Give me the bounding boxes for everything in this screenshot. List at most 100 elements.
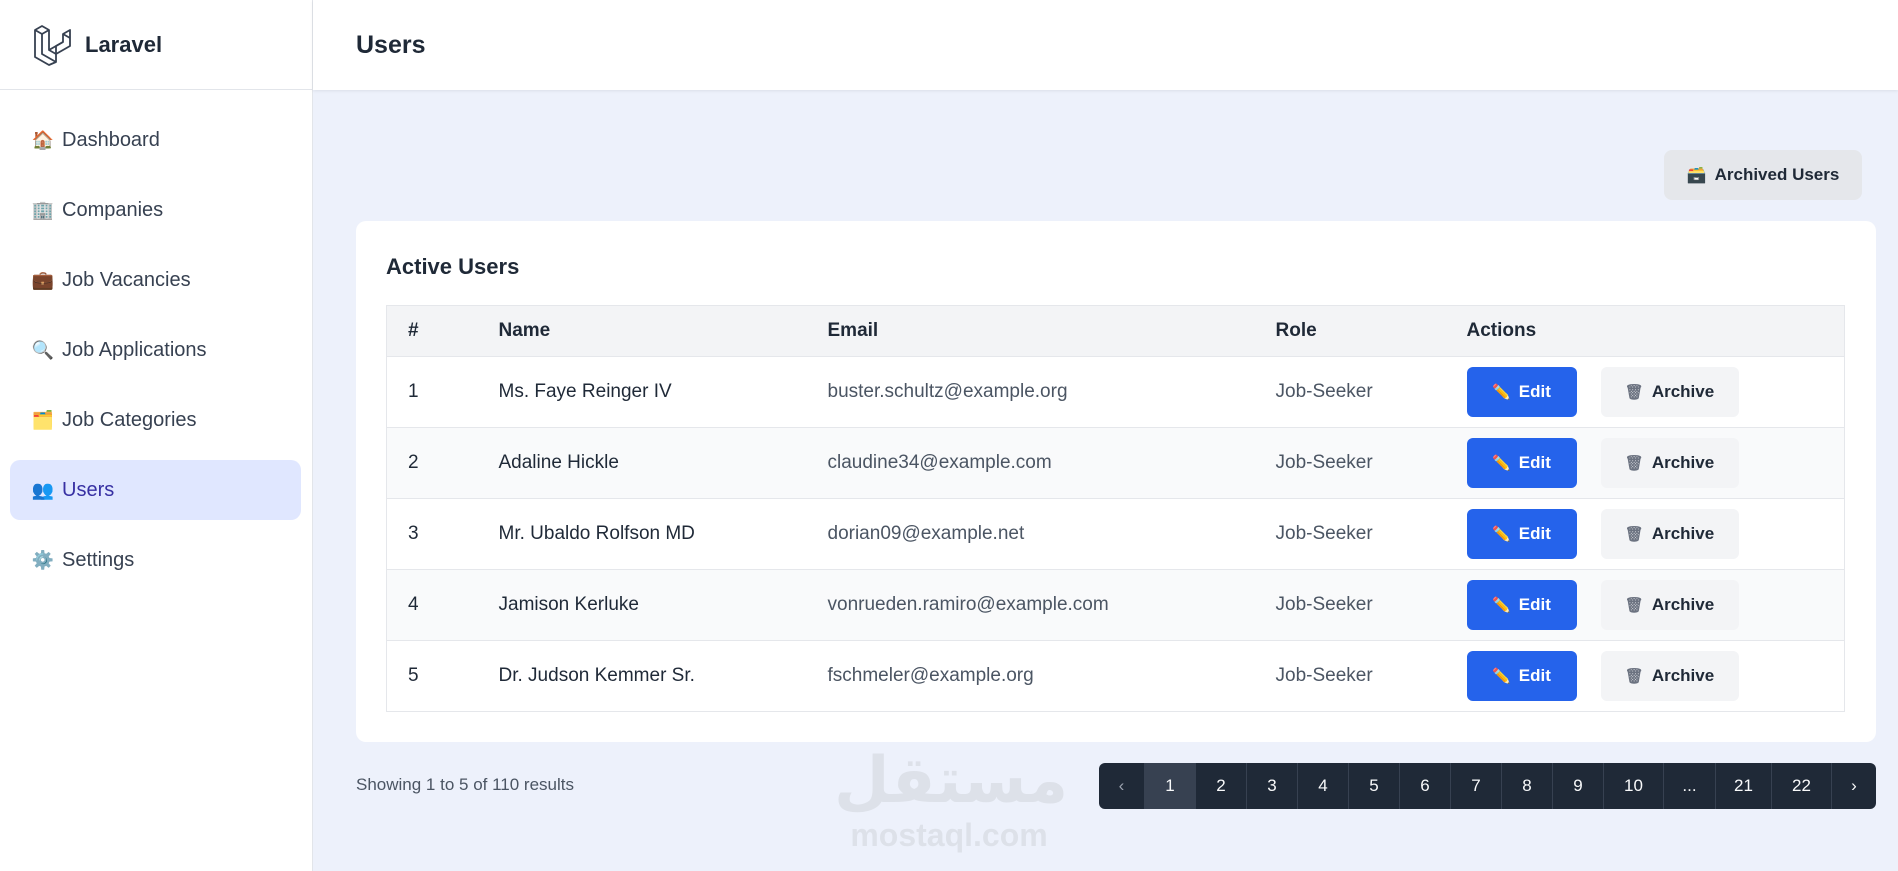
pencil-icon: ✏️ [1492, 526, 1511, 543]
edit-button[interactable]: ✏️ Edit [1466, 438, 1577, 488]
pagination-page-5[interactable]: 5 [1348, 763, 1399, 809]
edit-label: Edit [1518, 382, 1551, 401]
sidebar-item-job-categories[interactable]: 🗂️ Job Categories [10, 390, 301, 450]
pagination-page-8[interactable]: 8 [1501, 763, 1552, 809]
archive-label: Archive [1651, 666, 1715, 685]
pagination: ‹ 1 2 3 4 5 6 7 8 9 10... 21 22 › [1099, 763, 1876, 809]
table-row: 4 Jamison Kerluke vonrueden.ramiro@example… [386, 569, 1845, 641]
pagination-next-button[interactable]: › [1831, 763, 1876, 809]
cell-number: 3 [408, 523, 419, 544]
cell-name: Adaline Hickle [498, 452, 619, 473]
sidebar-item-label: Dashboard [62, 128, 160, 151]
top-bar: Users [313, 0, 1898, 90]
cell-actions: ✏️ Edit 🗑 Archive [1446, 428, 1845, 499]
column-header-number: # [408, 320, 419, 341]
archive-button[interactable]: 🗑 Archive [1600, 367, 1739, 417]
archive-box-icon: 🗃️ [1686, 167, 1707, 184]
page-title: Users [356, 30, 426, 59]
pencil-icon: ✏️ [1492, 597, 1511, 614]
row-actions: ✏️ Edit 🗑 Archive [1466, 438, 1845, 488]
users-icon: 👥 [31, 479, 55, 500]
wastebasket-icon: 🗑 [1624, 526, 1644, 543]
edit-label: Edit [1518, 666, 1551, 685]
job-applications-icon: 🔍 [31, 339, 55, 360]
sidebar-item-label: Settings [62, 548, 135, 571]
archive-label: Archive [1651, 453, 1715, 472]
archive-button[interactable]: 🗑 Archive [1600, 509, 1739, 559]
brand-name: Laravel [85, 31, 163, 57]
sidebar-item-users[interactable]: 👥 Users [10, 460, 301, 520]
pencil-icon: ✏️ [1492, 668, 1511, 685]
archived-users-label: Archived Users [1714, 165, 1840, 184]
cell-role: Job-Seeker [1275, 665, 1373, 686]
dashboard-icon: 🏠 [31, 129, 55, 150]
watermark: مستقل mostaql.com [834, 744, 1069, 855]
sidebar-item-label: Users [62, 478, 115, 501]
sidebar-item-companies[interactable]: 🏢 Companies [10, 180, 301, 240]
wastebasket-icon: 🗑 [1624, 597, 1644, 614]
pagination-page-21[interactable]: 21 [1715, 763, 1771, 809]
cell-role: Job-Seeker [1275, 594, 1373, 615]
pagination-page-6[interactable]: 6 [1399, 763, 1450, 809]
column-header-actions: Actions [1466, 320, 1537, 341]
column-header-name: Name [498, 320, 551, 341]
cell-email: buster.schultz@example.org [827, 381, 1068, 402]
cell-name: Mr. Ubaldo Rolfson MD [498, 523, 695, 544]
sidebar-item-dashboard[interactable]: 🏠 Dashboard [10, 110, 301, 170]
watermark-arabic: مستقل [834, 744, 1069, 818]
cell-actions: ✏️ Edit 🗑 Archive [1446, 570, 1845, 641]
archive-button[interactable]: 🗑 Archive [1600, 651, 1739, 701]
archive-button[interactable]: 🗑 Archive [1600, 580, 1739, 630]
job-categories-icon: 🗂️ [31, 409, 55, 430]
edit-button[interactable]: ✏️ Edit [1466, 367, 1577, 417]
pagination-page-3[interactable]: 3 [1246, 763, 1297, 809]
table-row: 2 Adaline Hickle claudine34@example.com Job… [386, 427, 1845, 499]
table-row: 3 Mr. Ubaldo Rolfson MD dorian09@example.n… [386, 498, 1845, 570]
wastebasket-icon: 🗑 [1624, 455, 1644, 472]
cell-number: 1 [408, 381, 419, 402]
sidebar-item-job-vacancies[interactable]: 💼 Job Vacancies [10, 250, 301, 310]
cell-email: vonrueden.ramiro@example.com [827, 594, 1109, 615]
pagination-page-7[interactable]: 7 [1450, 763, 1501, 809]
pagination-page-1[interactable]: 1 [1144, 763, 1195, 809]
archive-label: Archive [1651, 524, 1715, 543]
wastebasket-icon: 🗑 [1624, 384, 1644, 401]
edit-label: Edit [1518, 524, 1551, 543]
cell-name: Dr. Judson Kemmer Sr. [498, 665, 695, 686]
edit-label: Edit [1518, 595, 1551, 614]
archive-label: Archive [1651, 382, 1715, 401]
cell-role: Job-Seeker [1275, 452, 1373, 473]
pagination-page-22[interactable]: 22 [1771, 763, 1831, 809]
edit-button[interactable]: ✏️ Edit [1466, 580, 1577, 630]
pagination-prev-button[interactable]: ‹ [1099, 763, 1144, 809]
job-vacancies-icon: 💼 [31, 269, 55, 290]
row-actions: ✏️ Edit 🗑 Archive [1466, 367, 1845, 417]
sidebar-item-job-applications[interactable]: 🔍 Job Applications [10, 320, 301, 380]
pagination-page-10[interactable]: 10 [1603, 763, 1663, 809]
pagination-page-4[interactable]: 4 [1297, 763, 1348, 809]
cell-role: Job-Seeker [1275, 523, 1373, 544]
column-header-email: Email [827, 320, 879, 341]
pagination-page-9[interactable]: 9 [1552, 763, 1603, 809]
cell-name: Ms. Faye Reinger IV [498, 381, 672, 402]
edit-button[interactable]: ✏️ Edit [1466, 509, 1577, 559]
archived-users-button[interactable]: 🗃️ Archived Users [1664, 150, 1862, 200]
chevron-right-icon: › [1851, 776, 1857, 795]
sidebar-item-settings[interactable]: ⚙️ Settings [10, 530, 301, 590]
companies-icon: 🏢 [31, 199, 55, 220]
pagination-page-2[interactable]: 2 [1195, 763, 1246, 809]
cell-number: 5 [408, 665, 419, 686]
row-actions: ✏️ Edit 🗑 Archive [1466, 509, 1845, 559]
wastebasket-icon: 🗑 [1624, 668, 1644, 685]
sidebar-item-label: Job Applications [62, 338, 207, 361]
cell-email: dorian09@example.net [827, 523, 1025, 544]
cell-email: fschmeler@example.org [827, 665, 1034, 686]
row-actions: ✏️ Edit 🗑 Archive [1466, 651, 1845, 701]
archive-button[interactable]: 🗑 Archive [1600, 438, 1739, 488]
cell-actions: ✏️ Edit 🗑 Archive [1446, 357, 1845, 428]
cell-actions: ✏️ Edit 🗑 Archive [1446, 499, 1845, 570]
brand[interactable]: Laravel [0, 0, 312, 90]
pagination-ellipsis: ... [1663, 763, 1715, 809]
edit-button[interactable]: ✏️ Edit [1466, 651, 1577, 701]
card-title: Active Users [386, 254, 520, 279]
